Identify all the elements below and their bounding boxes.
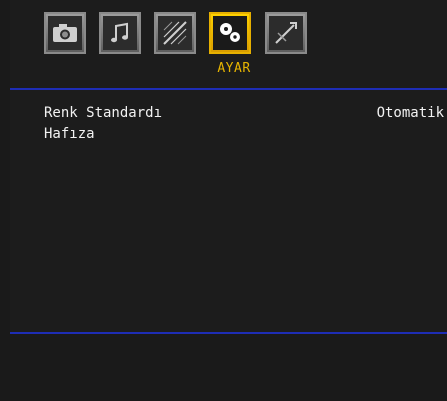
tab-settings[interactable] bbox=[209, 12, 251, 54]
tab-tools[interactable] bbox=[265, 12, 307, 54]
top-divider bbox=[10, 88, 447, 90]
menu-item-label: Hafıza bbox=[44, 126, 95, 142]
menu-item-memory[interactable]: Hafıza bbox=[44, 124, 444, 145]
active-tab-label: AYAR bbox=[217, 61, 251, 76]
settings-icon bbox=[220, 23, 240, 42]
settings-menu: Renk Standardı Otomatik Hafıza bbox=[44, 103, 444, 145]
menu-item-label: Renk Standardı bbox=[44, 105, 163, 121]
photo-icon bbox=[53, 24, 77, 42]
tab-photo[interactable] bbox=[44, 12, 86, 54]
footer-area bbox=[10, 334, 447, 401]
tab-music[interactable] bbox=[99, 12, 141, 54]
tools-icon bbox=[275, 22, 297, 44]
menu-item-value: Otomatik bbox=[376, 105, 444, 121]
music-icon bbox=[111, 22, 128, 43]
menu-item-color-standard[interactable]: Renk Standardı Otomatik bbox=[44, 103, 444, 124]
tab-video[interactable] bbox=[154, 12, 196, 54]
video-icon bbox=[163, 21, 187, 45]
tv-menu-screen: AYAR Renk Standardı Otomatik Hafıza bbox=[10, 0, 447, 401]
